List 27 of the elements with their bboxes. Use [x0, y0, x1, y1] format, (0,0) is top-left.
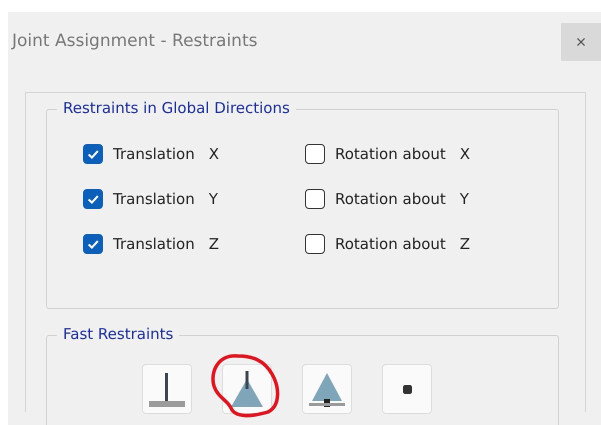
- option-label: Rotation about: [335, 190, 446, 208]
- axis-label: X: [208, 145, 220, 163]
- axis-label: Z: [208, 235, 220, 253]
- axis-label: Y: [460, 190, 469, 208]
- checkbox[interactable]: [305, 234, 325, 254]
- option-label: Rotation about: [335, 235, 446, 253]
- checkbox[interactable]: [83, 144, 103, 164]
- window-title: Joint Assignment - Restraints: [12, 31, 258, 51]
- axis-label: X: [460, 145, 470, 163]
- checkmark-icon: [88, 240, 98, 248]
- checkbox[interactable]: [305, 189, 325, 209]
- axis-label: Y: [208, 190, 218, 208]
- restraint-button[interactable]: [382, 364, 432, 414]
- free-joint-icon: [402, 384, 412, 394]
- checkbox[interactable]: [83, 189, 103, 209]
- close-button[interactable]: ×: [561, 23, 601, 61]
- checkmark-icon: [88, 150, 98, 158]
- option-label: Translation: [113, 190, 195, 208]
- axis-label: Z: [460, 235, 470, 253]
- checkbox[interactable]: [83, 234, 103, 254]
- option-label: Translation: [113, 145, 195, 163]
- option-label: Rotation about: [335, 145, 446, 163]
- restraint-button[interactable]: [142, 364, 192, 414]
- checkmark-icon: [88, 194, 98, 204]
- checkbox[interactable]: [305, 144, 325, 164]
- option-label: Translation: [113, 235, 195, 253]
- restraint-button[interactable]: [222, 364, 272, 414]
